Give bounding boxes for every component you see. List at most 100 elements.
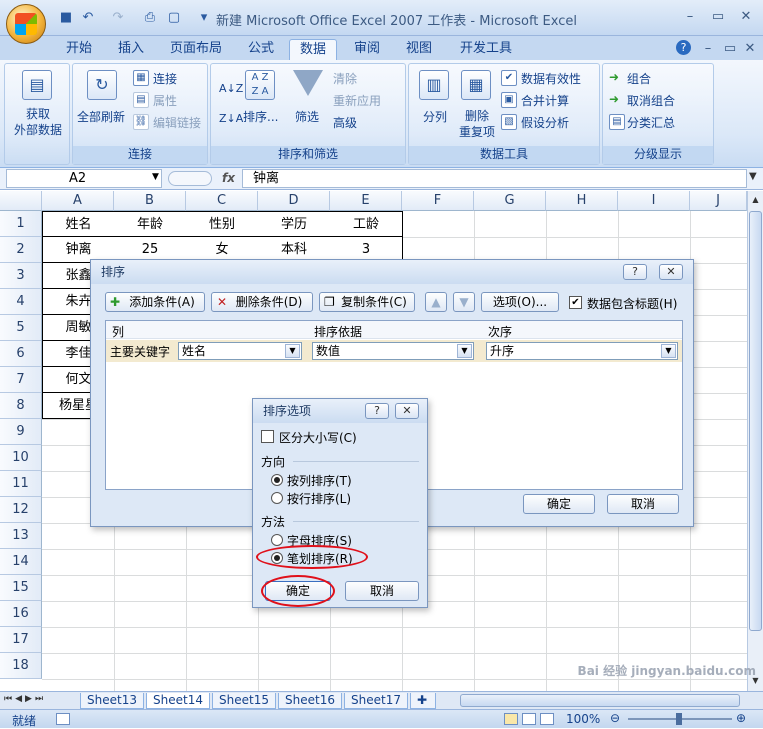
advanced-button[interactable]: 高级 <box>333 114 357 131</box>
column-header[interactable]: H <box>546 191 618 211</box>
macro-record-icon[interactable] <box>56 713 70 725</box>
wb-minimize-icon[interactable]: – <box>698 42 718 56</box>
left-to-right-radio[interactable] <box>271 492 283 504</box>
tab-page-layout[interactable]: 页面布局 <box>160 39 232 61</box>
clear-button[interactable]: 清除 <box>333 70 357 87</box>
letter-sort-radio[interactable] <box>271 534 283 546</box>
select-all-corner[interactable] <box>0 191 42 211</box>
horizontal-scroll-thumb[interactable] <box>460 694 740 707</box>
delete-level-button[interactable]: ✕ 删除条件(D) <box>211 292 313 312</box>
zoom-in-icon[interactable]: ⊕ <box>736 711 746 725</box>
has-headers-checkbox[interactable]: ✔ <box>569 296 582 309</box>
subtotal-button[interactable]: 分类汇总 <box>627 114 675 131</box>
copy-level-button[interactable]: ❐ 复制条件(C) <box>319 292 415 312</box>
ungroup-button[interactable]: 取消组合 <box>627 92 675 109</box>
case-sensitive-checkbox[interactable] <box>261 430 274 443</box>
column-header[interactable]: D <box>258 191 330 211</box>
properties-button[interactable]: 属性 <box>153 92 177 109</box>
insert-function-icon[interactable]: fx <box>222 171 235 185</box>
remove-duplicates-button[interactable]: 删除 重复项 <box>459 108 495 140</box>
page-layout-view-icon[interactable] <box>522 713 536 725</box>
office-button[interactable] <box>6 4 46 44</box>
column-header[interactable]: G <box>474 191 546 211</box>
zoom-level[interactable]: 100% <box>566 712 600 726</box>
group-button[interactable]: 组合 <box>627 70 651 87</box>
new-file-icon[interactable]: ▢ <box>166 10 182 26</box>
row-header[interactable]: 4 <box>0 289 42 315</box>
row-header[interactable]: 7 <box>0 367 42 393</box>
options-help-icon[interactable]: ? <box>365 403 389 419</box>
wb-restore-icon[interactable]: ▭ <box>720 42 740 56</box>
vertical-scroll-thumb[interactable] <box>749 211 762 631</box>
column-header[interactable]: A <box>42 191 114 211</box>
table-header-cell[interactable]: 学历 <box>258 211 331 237</box>
filter-button[interactable]: 筛选 <box>295 108 319 125</box>
sort-on-select[interactable]: 数值 ▼ <box>312 342 474 360</box>
tab-data[interactable]: 数据 <box>289 39 338 61</box>
minimize-icon[interactable]: – <box>680 10 700 24</box>
redo-icon[interactable]: ↷ <box>110 10 126 26</box>
move-up-icon[interactable]: ▲ <box>425 292 447 312</box>
sheet-tab-active[interactable]: Sheet14 <box>146 693 210 709</box>
row-header[interactable]: 6 <box>0 341 42 367</box>
sort-help-icon[interactable]: ? <box>623 264 647 280</box>
insert-sheet-icon[interactable]: ✚ <box>410 693 436 709</box>
name-box[interactable]: A2 <box>6 169 162 188</box>
options-close-icon[interactable]: ✕ <box>395 403 419 419</box>
whatif-button[interactable]: 假设分析 <box>521 114 569 131</box>
tab-formulas[interactable]: 公式 <box>238 39 284 61</box>
row-header[interactable]: 15 <box>0 575 42 601</box>
sort-az-icon[interactable]: A↓Z <box>219 82 243 95</box>
row-header[interactable]: 9 <box>0 419 42 445</box>
sort-close-icon[interactable]: ✕ <box>659 264 683 280</box>
column-header[interactable]: B <box>114 191 186 211</box>
row-header[interactable]: 8 <box>0 393 42 419</box>
sheet-tab[interactable]: Sheet16 <box>278 693 342 709</box>
zoom-slider-thumb[interactable] <box>676 713 682 725</box>
close-icon[interactable]: ✕ <box>736 10 756 24</box>
save-icon[interactable]: ■ <box>58 10 74 26</box>
connections-button[interactable]: 连接 <box>153 70 177 87</box>
formula-bar-splitter[interactable] <box>168 171 212 186</box>
row-header[interactable]: 5 <box>0 315 42 341</box>
row-header[interactable]: 17 <box>0 627 42 653</box>
formula-input[interactable]: 钟离 <box>242 169 747 188</box>
row-header[interactable]: 11 <box>0 471 42 497</box>
table-header-cell[interactable]: 工龄 <box>330 211 403 237</box>
help-icon[interactable]: ? <box>676 40 691 55</box>
name-box-dropdown-icon[interactable]: ▼ <box>152 172 159 182</box>
zoom-out-icon[interactable]: ⊖ <box>610 711 620 725</box>
expand-formula-icon[interactable]: ▼ <box>749 171 757 182</box>
options-button[interactable]: 选项(O)... <box>481 292 559 312</box>
sort-column-select[interactable]: 姓名 ▼ <box>178 342 302 360</box>
sheet-tab[interactable]: Sheet17 <box>344 693 408 709</box>
scroll-up-icon[interactable]: ▲ <box>749 192 762 208</box>
page-break-view-icon[interactable] <box>540 713 554 725</box>
row-header[interactable]: 10 <box>0 445 42 471</box>
edit-links-button[interactable]: 编辑链接 <box>153 114 201 131</box>
sort-button[interactable]: 排序... <box>243 108 278 125</box>
data-validation-button[interactable]: 数据有效性 <box>521 70 581 87</box>
sort-cancel-button[interactable]: 取消 <box>607 494 679 514</box>
tab-insert[interactable]: 插入 <box>108 39 154 61</box>
print-preview-icon[interactable]: ⎙ <box>142 10 158 26</box>
row-header[interactable]: 18 <box>0 653 42 679</box>
tab-developer[interactable]: 开发工具 <box>450 39 522 61</box>
top-to-bottom-radio[interactable] <box>271 474 283 486</box>
consolidate-button[interactable]: 合并计算 <box>521 92 569 109</box>
row-header[interactable]: 2 <box>0 237 42 263</box>
wb-close-icon[interactable]: ✕ <box>740 42 760 56</box>
sort-order-select[interactable]: 升序 ▼ <box>486 342 678 360</box>
add-level-button[interactable]: ✚ 添加条件(A) <box>105 292 205 312</box>
vertical-scrollbar[interactable]: ▲ ▼ <box>747 191 763 691</box>
column-header[interactable]: F <box>402 191 474 211</box>
row-header[interactable]: 3 <box>0 263 42 289</box>
row-header[interactable]: 16 <box>0 601 42 627</box>
column-header[interactable]: E <box>330 191 402 211</box>
tab-view[interactable]: 视图 <box>396 39 442 61</box>
row-header[interactable]: 13 <box>0 523 42 549</box>
column-header[interactable]: J <box>690 191 747 211</box>
tab-home[interactable]: 开始 <box>56 39 102 61</box>
refresh-all-button[interactable]: 全部刷新 <box>77 108 125 125</box>
move-down-icon[interactable]: ▼ <box>453 292 475 312</box>
